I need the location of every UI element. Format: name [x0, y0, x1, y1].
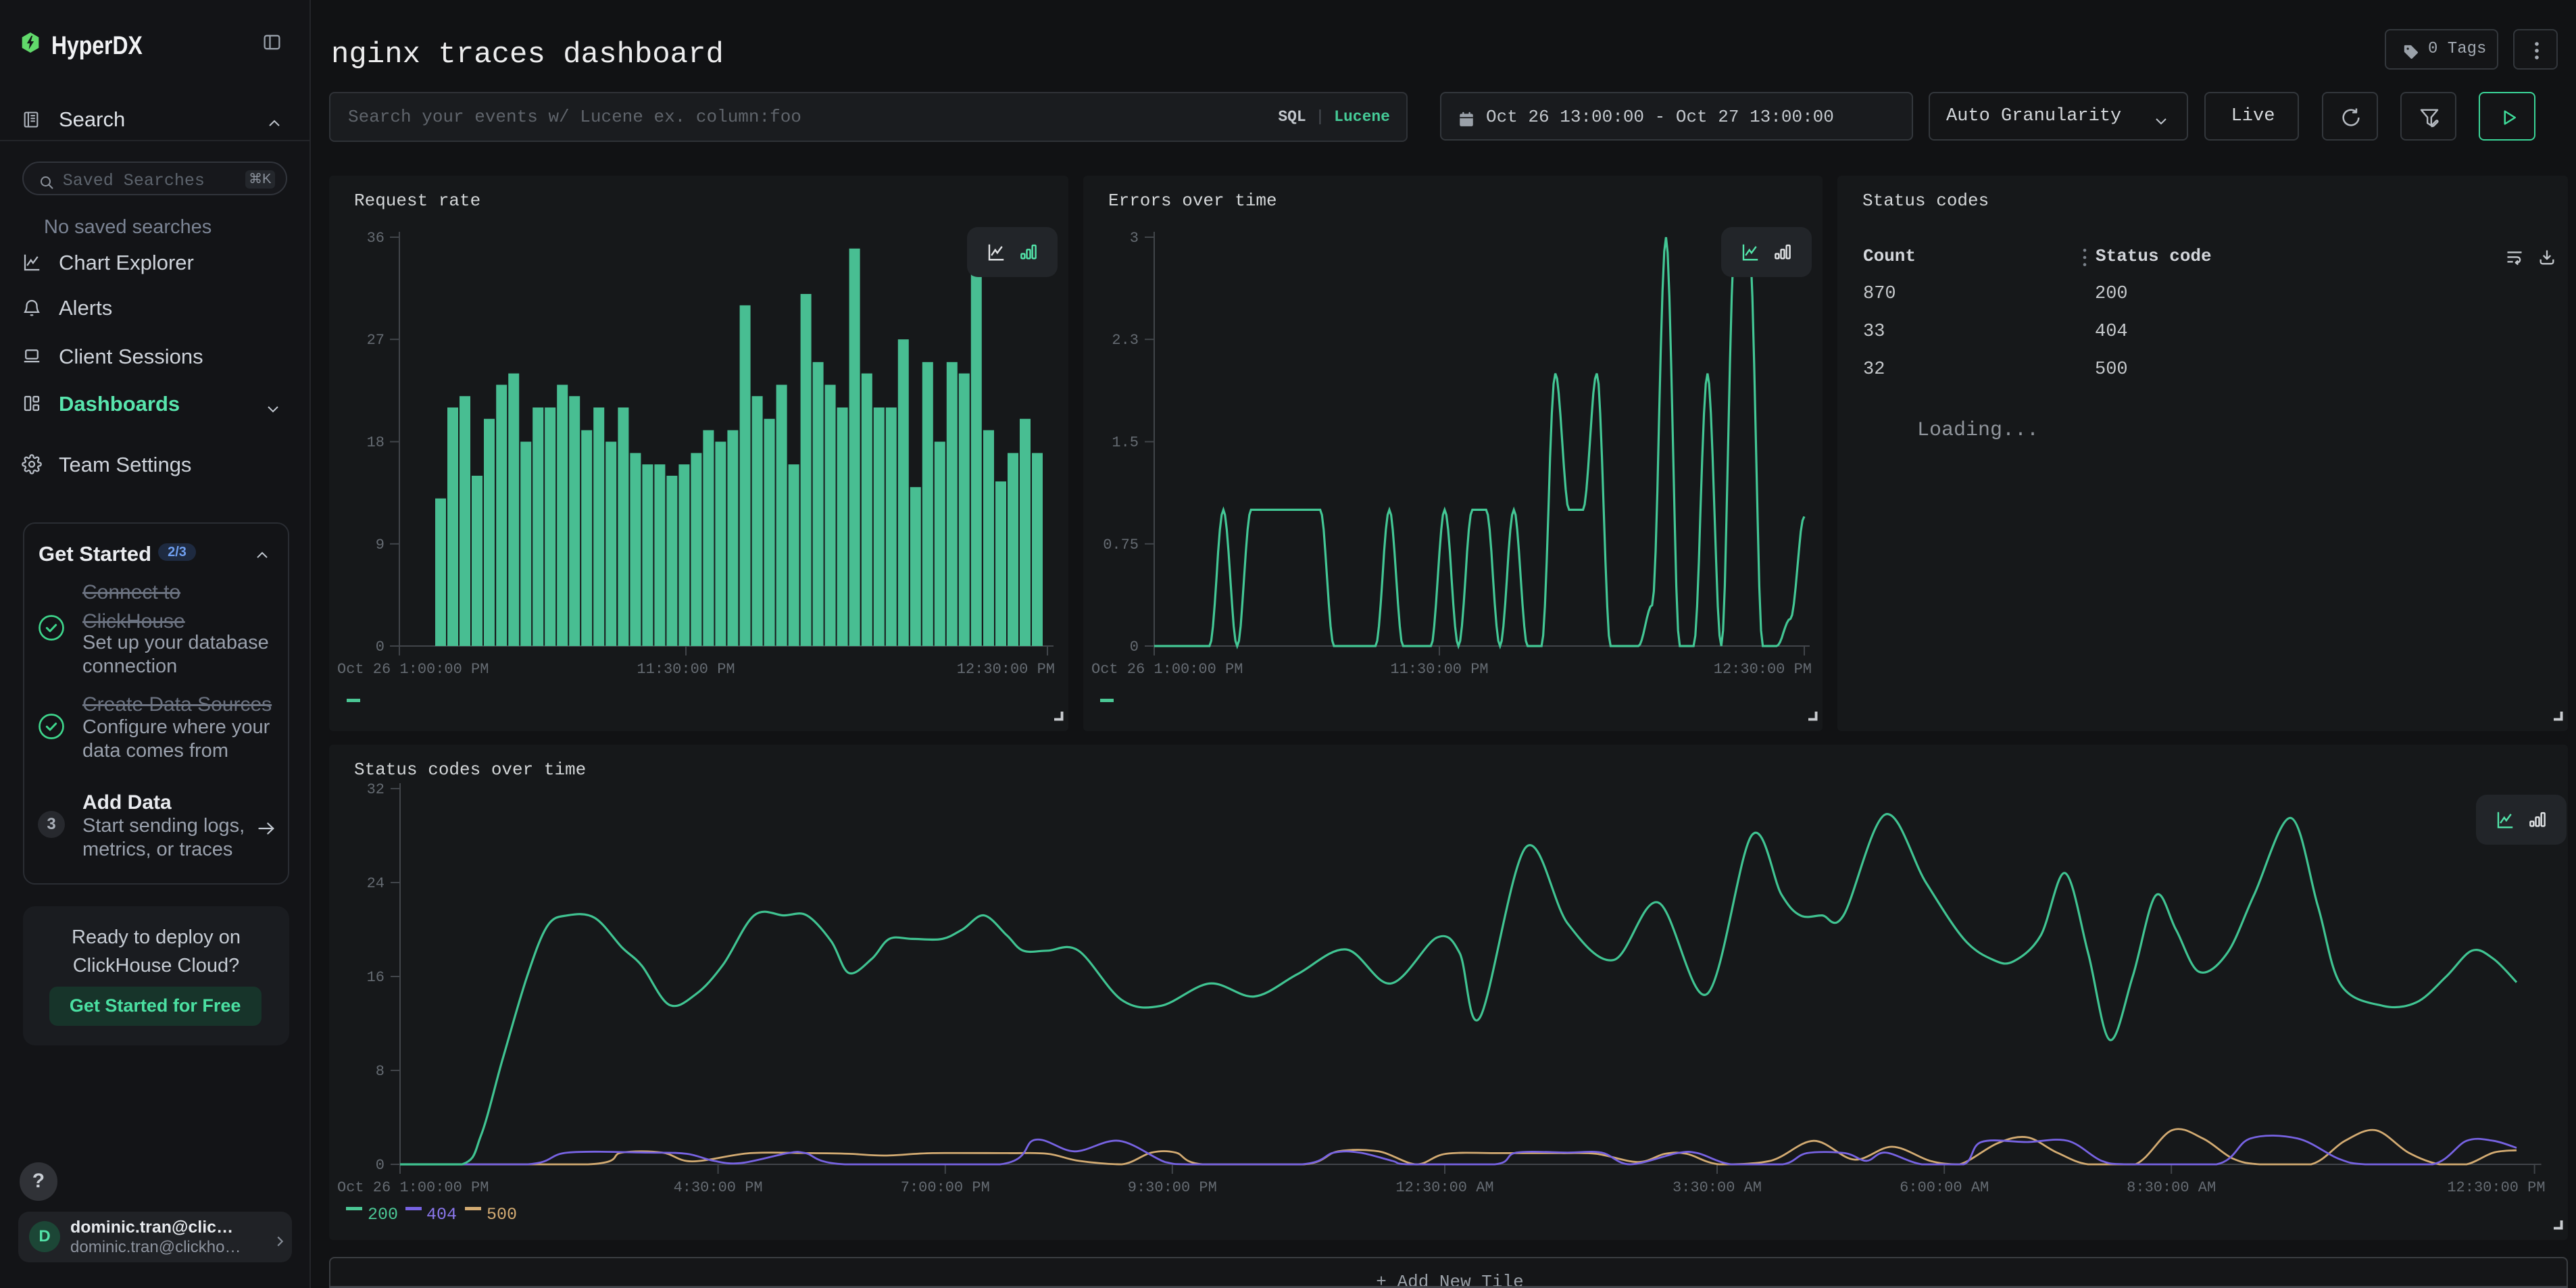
svg-text:36: 36	[367, 230, 385, 247]
svg-text:18: 18	[367, 434, 385, 451]
svg-text:3:30:00 AM: 3:30:00 AM	[1673, 1179, 1762, 1196]
svg-text:2.3: 2.3	[1112, 332, 1139, 349]
svg-text:500: 500	[487, 1205, 517, 1224]
svg-text:200: 200	[368, 1205, 398, 1224]
svg-text:27: 27	[367, 332, 385, 349]
svg-text:0.75: 0.75	[1103, 537, 1139, 553]
svg-text:24: 24	[367, 875, 385, 892]
svg-text:404: 404	[426, 1205, 457, 1224]
svg-text:11:30:00 PM: 11:30:00 PM	[637, 661, 735, 678]
svg-text:0: 0	[376, 639, 385, 655]
svg-text:12:30:00 AM: 12:30:00 AM	[1395, 1179, 1493, 1196]
svg-text:0: 0	[1130, 639, 1139, 655]
svg-text:Oct 26 1:00:00 PM: Oct 26 1:00:00 PM	[337, 1179, 489, 1196]
svg-text:4:30:00 PM: 4:30:00 PM	[674, 1179, 763, 1196]
svg-text:6:00:00 AM: 6:00:00 AM	[1900, 1179, 1989, 1196]
svg-text:16: 16	[367, 969, 385, 986]
svg-text:9:30:00 PM: 9:30:00 PM	[1128, 1179, 1217, 1196]
svg-text:0: 0	[376, 1157, 385, 1174]
svg-text:8: 8	[376, 1063, 385, 1080]
svg-text:7:00:00 PM: 7:00:00 PM	[901, 1179, 990, 1196]
svg-text:12:30:00 PM: 12:30:00 PM	[2447, 1179, 2545, 1196]
svg-text:1.5: 1.5	[1112, 434, 1139, 451]
svg-text:11:30:00 PM: 11:30:00 PM	[1390, 661, 1488, 678]
svg-text:12:30:00 PM: 12:30:00 PM	[1714, 661, 1812, 678]
svg-text:32: 32	[367, 781, 385, 798]
svg-text:12:30:00 PM: 12:30:00 PM	[957, 661, 1055, 678]
svg-text:Oct 26 1:00:00 PM: Oct 26 1:00:00 PM	[337, 661, 489, 678]
svg-text:9: 9	[376, 537, 385, 553]
svg-text:3: 3	[1130, 230, 1139, 247]
svg-text:Oct 26 1:00:00 PM: Oct 26 1:00:00 PM	[1091, 661, 1243, 678]
svg-text:8:30:00 AM: 8:30:00 AM	[2127, 1179, 2216, 1196]
